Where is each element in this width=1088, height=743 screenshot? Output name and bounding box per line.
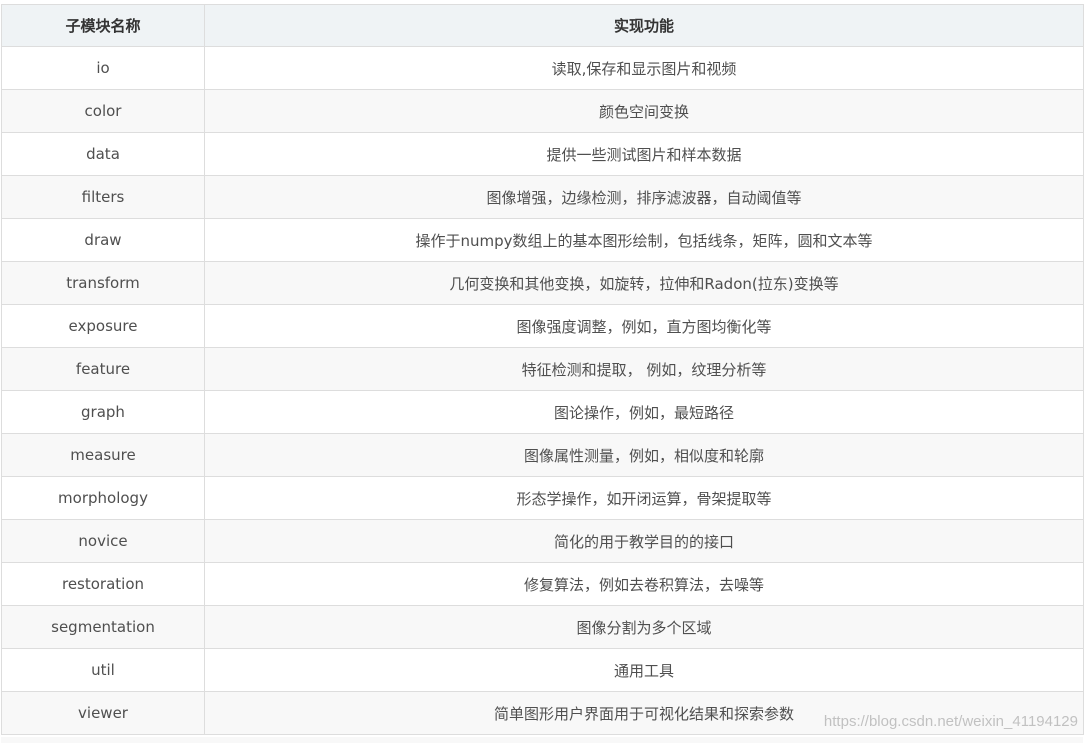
table-row: graph 图论操作，例如，最短路径 bbox=[1, 390, 1084, 434]
cell-module: transform bbox=[1, 261, 205, 305]
cell-module: io bbox=[1, 46, 205, 90]
module-table: 子模块名称 实现功能 io 读取,保存和显示图片和视频 color 颜色空间变换… bbox=[1, 4, 1084, 735]
cell-function: 几何变换和其他变换，如旋转，拉伸和Radon(拉东)变换等 bbox=[204, 261, 1084, 305]
cell-function: 特征检测和提取， 例如，纹理分析等 bbox=[204, 347, 1084, 391]
cell-function: 操作于numpy数组上的基本图形绘制，包括线条，矩阵，圆和文本等 bbox=[204, 218, 1084, 262]
table-bottom-strip bbox=[1, 737, 1083, 743]
cell-module: color bbox=[1, 89, 205, 133]
table-row: transform 几何变换和其他变换，如旋转，拉伸和Radon(拉东)变换等 bbox=[1, 261, 1084, 305]
cell-module: novice bbox=[1, 519, 205, 563]
table-row: util 通用工具 bbox=[1, 648, 1084, 692]
cell-module: feature bbox=[1, 347, 205, 391]
header-submodule-name: 子模块名称 bbox=[1, 4, 205, 47]
cell-function: 图像分割为多个区域 bbox=[204, 605, 1084, 649]
table-header-row: 子模块名称 实现功能 bbox=[1, 4, 1084, 47]
cell-function: 图像强度调整，例如，直方图均衡化等 bbox=[204, 304, 1084, 348]
cell-function: 修复算法，例如去卷积算法，去噪等 bbox=[204, 562, 1084, 606]
watermark-text: https://blog.csdn.net/weixin_41194129 bbox=[823, 713, 1078, 730]
cell-module: exposure bbox=[1, 304, 205, 348]
cell-module: segmentation bbox=[1, 605, 205, 649]
cell-function: 通用工具 bbox=[204, 648, 1084, 692]
cell-function: 形态学操作，如开闭运算，骨架提取等 bbox=[204, 476, 1084, 520]
cell-module: morphology bbox=[1, 476, 205, 520]
cell-module: restoration bbox=[1, 562, 205, 606]
cell-module: draw bbox=[1, 218, 205, 262]
table-row: restoration 修复算法，例如去卷积算法，去噪等 bbox=[1, 562, 1084, 606]
cell-module: graph bbox=[1, 390, 205, 434]
table-row: color 颜色空间变换 bbox=[1, 89, 1084, 133]
cell-function: 图论操作，例如，最短路径 bbox=[204, 390, 1084, 434]
cell-function: 提供一些测试图片和样本数据 bbox=[204, 132, 1084, 176]
cell-module: data bbox=[1, 132, 205, 176]
cell-function: 图像增强，边缘检测，排序滤波器，自动阈值等 bbox=[204, 175, 1084, 219]
cell-module: filters bbox=[1, 175, 205, 219]
table-row: segmentation 图像分割为多个区域 bbox=[1, 605, 1084, 649]
table-row: morphology 形态学操作，如开闭运算，骨架提取等 bbox=[1, 476, 1084, 520]
table-row: measure 图像属性测量，例如，相似度和轮廓 bbox=[1, 433, 1084, 477]
cell-function: 读取,保存和显示图片和视频 bbox=[204, 46, 1084, 90]
table-row: io 读取,保存和显示图片和视频 bbox=[1, 46, 1084, 90]
table-row: exposure 图像强度调整，例如，直方图均衡化等 bbox=[1, 304, 1084, 348]
cell-function: 图像属性测量，例如，相似度和轮廓 bbox=[204, 433, 1084, 477]
table-row: filters 图像增强，边缘检测，排序滤波器，自动阈值等 bbox=[1, 175, 1084, 219]
table-row: novice 简化的用于教学目的的接口 bbox=[1, 519, 1084, 563]
cell-module: viewer bbox=[1, 691, 205, 735]
cell-function: 简化的用于教学目的的接口 bbox=[204, 519, 1084, 563]
table-row: draw 操作于numpy数组上的基本图形绘制，包括线条，矩阵，圆和文本等 bbox=[1, 218, 1084, 262]
cell-module: util bbox=[1, 648, 205, 692]
table-row: data 提供一些测试图片和样本数据 bbox=[1, 132, 1084, 176]
header-function: 实现功能 bbox=[204, 4, 1084, 47]
cell-function: 颜色空间变换 bbox=[204, 89, 1084, 133]
cell-module: measure bbox=[1, 433, 205, 477]
module-table-container: 子模块名称 实现功能 io 读取,保存和显示图片和视频 color 颜色空间变换… bbox=[1, 4, 1084, 735]
table-row: feature 特征检测和提取， 例如，纹理分析等 bbox=[1, 347, 1084, 391]
